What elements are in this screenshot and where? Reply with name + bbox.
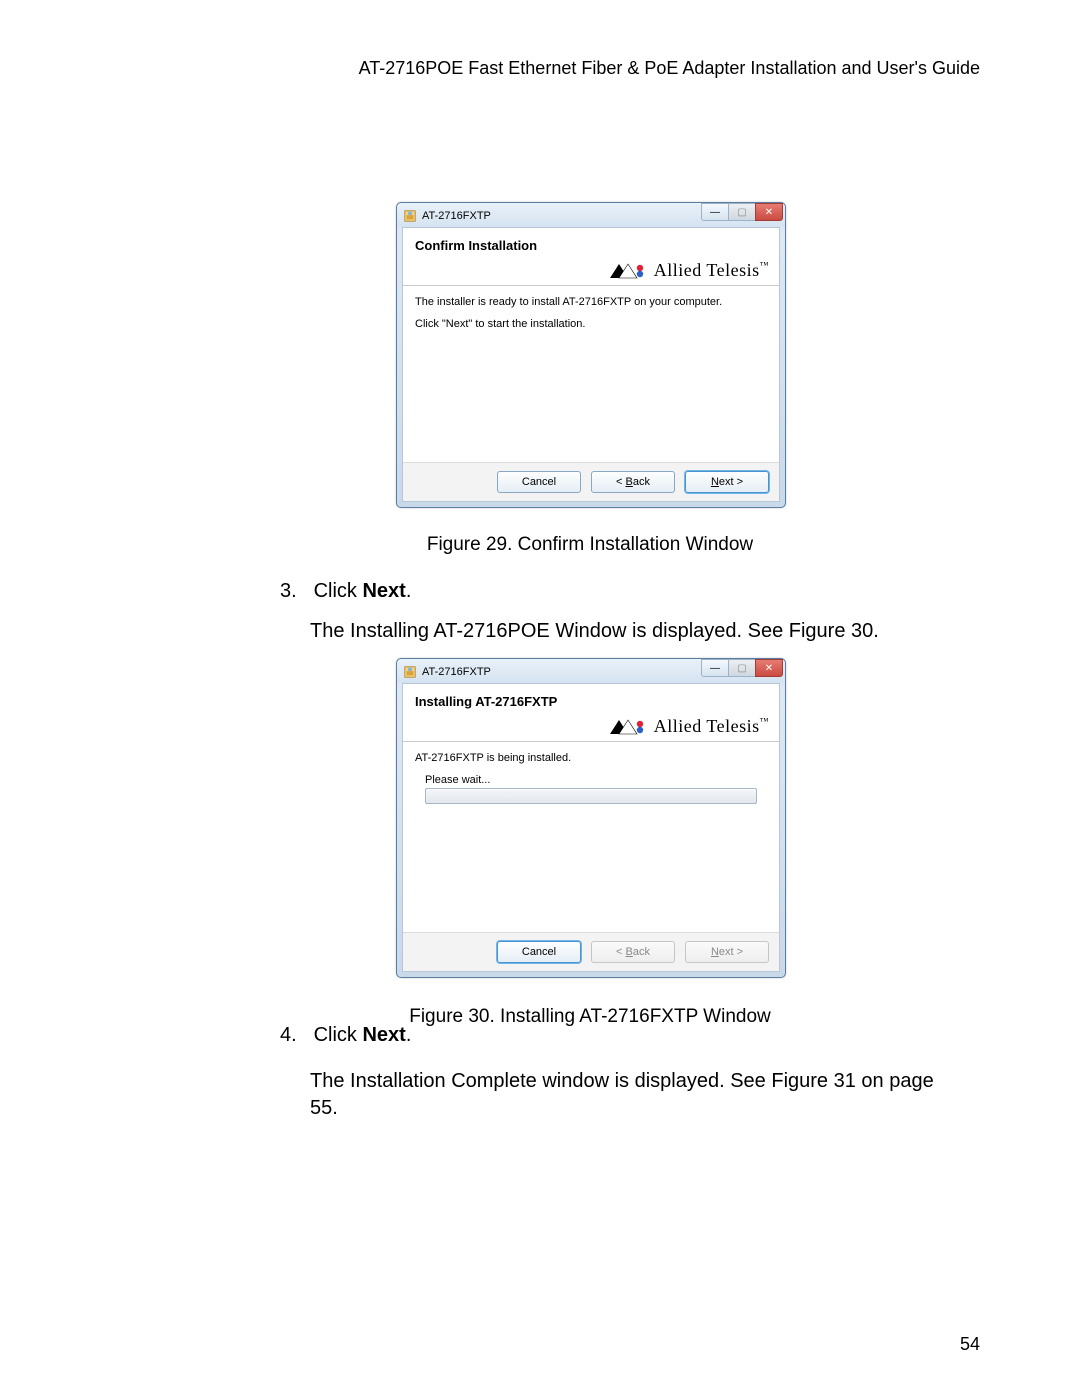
dialog-heading: Installing AT-2716FXTP (415, 694, 767, 709)
installing-window: AT-2716FXTP — ▢ ✕ Installing AT-2716FXTP… (396, 658, 786, 978)
step-4-text: Click Next. (314, 1024, 412, 1046)
step-3-text: Click Next. (314, 580, 412, 602)
header-band: Installing AT-2716FXTP Allied Telesis™ (403, 684, 779, 742)
confirm-installation-window: AT-2716FXTP — ▢ ✕ Confirm Installation A… (396, 202, 786, 508)
installer-icon (403, 209, 417, 223)
step-4: 4. Click Next. (280, 1024, 411, 1047)
button-row: Cancel < Back Next > (403, 932, 779, 971)
titlebar: AT-2716FXTP — ▢ ✕ (397, 659, 785, 683)
back-button[interactable]: < Back (591, 471, 675, 493)
progress-bar (425, 788, 757, 804)
content-line-1: AT-2716FXTP is being installed. (415, 752, 767, 764)
allied-telesis-mark-icon (610, 719, 648, 735)
next-button: Next > (685, 941, 769, 963)
window-title: AT-2716FXTP (422, 666, 491, 678)
close-button[interactable]: ✕ (755, 203, 783, 221)
figure-30-caption: Figure 30. Installing AT-2716FXTP Window (396, 1006, 784, 1028)
button-row: Cancel < Back Next > (403, 462, 779, 501)
minimize-button[interactable]: — (701, 203, 729, 221)
document-header: AT-2716POE Fast Ethernet Fiber & PoE Ada… (359, 58, 980, 79)
step-3-result: The Installing AT-2716POE Window is disp… (310, 620, 950, 643)
page: AT-2716POE Fast Ethernet Fiber & PoE Ada… (0, 0, 1080, 1397)
dialog-content: AT-2716FXTP is being installed. Please w… (403, 742, 779, 932)
back-button: < Back (591, 941, 675, 963)
close-button[interactable]: ✕ (755, 659, 783, 677)
brand-logo: Allied Telesis™ (610, 716, 769, 737)
maximize-button[interactable]: ▢ (728, 659, 756, 677)
dialog-heading: Confirm Installation (415, 238, 767, 253)
cancel-button[interactable]: Cancel (497, 471, 581, 493)
allied-telesis-mark-icon (610, 263, 648, 279)
step-3-number: 3. (280, 580, 308, 603)
header-band: Confirm Installation Allied Telesis™ (403, 228, 779, 286)
page-number: 54 (960, 1334, 980, 1355)
progress-label: Please wait... (425, 774, 767, 786)
window-body: Confirm Installation Allied Telesis™ The… (402, 227, 780, 502)
titlebar: AT-2716FXTP — ▢ ✕ (397, 203, 785, 227)
window-title: AT-2716FXTP (422, 210, 491, 222)
content-line-1: The installer is ready to install AT-271… (415, 296, 767, 308)
step-4-result: The Installation Complete window is disp… (310, 1068, 950, 1122)
dialog-content: The installer is ready to install AT-271… (403, 286, 779, 462)
maximize-button[interactable]: ▢ (728, 203, 756, 221)
brand-text: Allied Telesis™ (654, 716, 769, 737)
cancel-button[interactable]: Cancel (497, 941, 581, 963)
window-controls: — ▢ ✕ (702, 203, 783, 221)
figure-29-caption: Figure 29. Confirm Installation Window (396, 534, 784, 556)
brand-logo: Allied Telesis™ (610, 260, 769, 281)
step-3: 3. Click Next. (280, 580, 411, 603)
step-4-number: 4. (280, 1024, 308, 1047)
next-button[interactable]: Next > (685, 471, 769, 493)
brand-text: Allied Telesis™ (654, 260, 769, 281)
window-body: Installing AT-2716FXTP Allied Telesis™ A… (402, 683, 780, 972)
content-line-2: Click "Next" to start the installation. (415, 318, 767, 330)
window-controls: — ▢ ✕ (702, 659, 783, 677)
minimize-button[interactable]: — (701, 659, 729, 677)
installer-icon (403, 665, 417, 679)
